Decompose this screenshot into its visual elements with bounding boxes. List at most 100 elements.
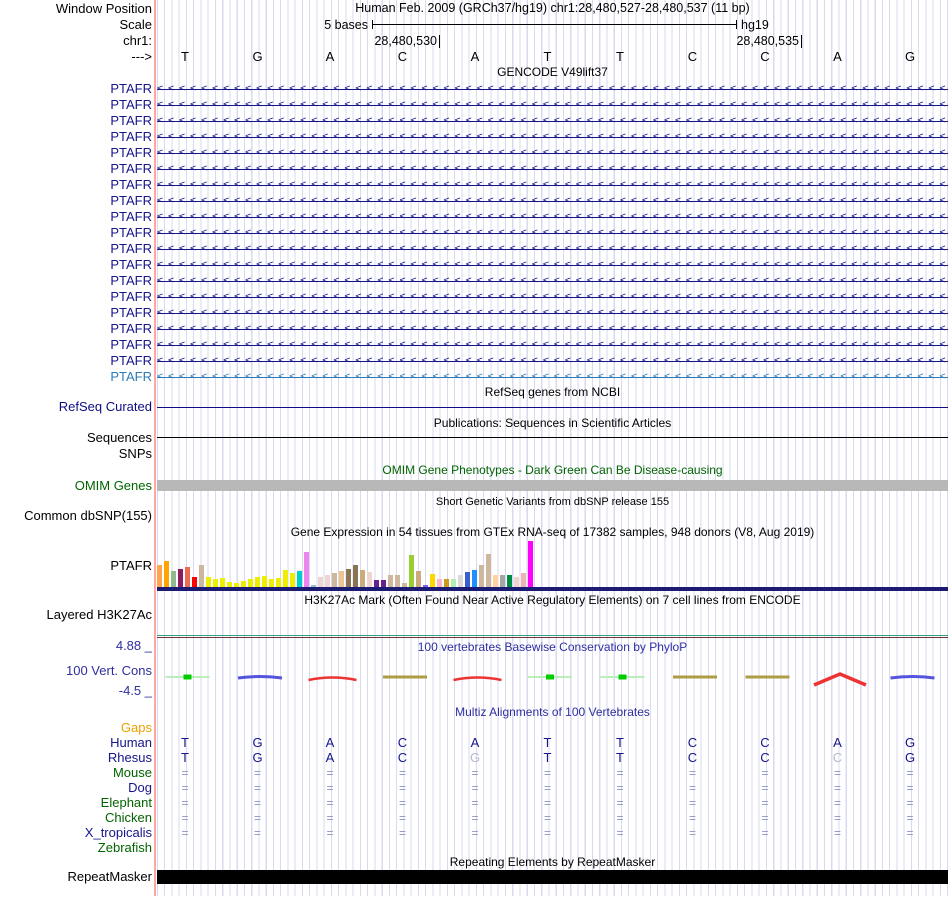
repeatmasker-bar[interactable]	[157, 870, 948, 884]
gencode-transcript-label[interactable]: PTAFR	[0, 242, 152, 256]
gencode-transcript-item[interactable]: <<<<<<<<<<<<<<<<<<<<<<<<<<<<<<<<<<<<<<<<…	[157, 274, 948, 288]
gtex-tissue-bar[interactable]	[325, 575, 330, 587]
gencode-transcript-label[interactable]: PTAFR	[0, 290, 152, 304]
gtex-tissue-bar[interactable]	[472, 570, 477, 587]
gencode-transcript-item[interactable]: <<<<<<<<<<<<<<<<<<<<<<<<<<<<<<<<<<<<<<<<…	[157, 226, 948, 240]
gtex-tissue-bar[interactable]	[521, 573, 526, 587]
gencode-transcript-label[interactable]: PTAFR	[0, 274, 152, 288]
gencode-transcript-item[interactable]: <<<<<<<<<<<<<<<<<<<<<<<<<<<<<<<<<<<<<<<<…	[157, 306, 948, 320]
gencode-transcript-label[interactable]: PTAFR	[0, 194, 152, 208]
gencode-transcript-item[interactable]: <<<<<<<<<<<<<<<<<<<<<<<<<<<<<<<<<<<<<<<<…	[157, 130, 948, 144]
gtex-tissue-bar[interactable]	[164, 561, 169, 587]
gtex-tissue-bar[interactable]	[451, 579, 456, 587]
gtex-tissue-bar[interactable]	[528, 541, 533, 587]
gtex-tissue-bar[interactable]	[283, 570, 288, 587]
gtex-tissue-bar[interactable]	[262, 576, 267, 587]
multiz-species-row[interactable]: = = = = = = = = = = =	[0, 796, 950, 810]
gtex-tissue-bar[interactable]	[157, 565, 162, 587]
gtex-tissue-bar[interactable]	[430, 574, 435, 587]
gtex-tissue-bar[interactable]	[255, 577, 260, 587]
gtex-tissue-bar[interactable]	[206, 577, 211, 587]
gencode-transcript-label[interactable]: PTAFR	[0, 178, 152, 192]
gencode-transcript-label[interactable]: PTAFR	[0, 354, 152, 368]
gencode-transcript-item[interactable]: <<<<<<<<<<<<<<<<<<<<<<<<<<<<<<<<<<<<<<<<…	[157, 82, 948, 96]
gtex-tissue-bar[interactable]	[269, 579, 274, 587]
phylop-track-label[interactable]: 100 Vert. Cons	[0, 664, 152, 678]
gtex-tissue-bar[interactable]	[514, 577, 519, 587]
gencode-transcript-label[interactable]: PTAFR	[0, 258, 152, 272]
gtex-tissue-bar[interactable]	[388, 575, 393, 587]
sequences-item[interactable]	[157, 437, 948, 438]
gencode-transcript-label[interactable]: PTAFR	[0, 322, 152, 336]
gtex-tissue-bar[interactable]	[395, 575, 400, 587]
gtex-tissue-bar[interactable]	[458, 575, 463, 587]
gtex-tissue-bar[interactable]	[437, 579, 442, 587]
gtex-tissue-bar[interactable]	[171, 571, 176, 587]
gencode-transcript-item[interactable]: <<<<<<<<<<<<<<<<<<<<<<<<<<<<<<<<<<<<<<<<…	[157, 162, 948, 176]
gencode-transcript-label[interactable]: PTAFR	[0, 210, 152, 224]
gencode-transcript-item[interactable]: <<<<<<<<<<<<<<<<<<<<<<<<<<<<<<<<<<<<<<<<…	[157, 178, 948, 192]
phylop-conservation-wiggle[interactable]	[157, 668, 948, 694]
gencode-transcript-label[interactable]: PTAFR	[0, 98, 152, 112]
gencode-transcript-item[interactable]: <<<<<<<<<<<<<<<<<<<<<<<<<<<<<<<<<<<<<<<<…	[157, 210, 948, 224]
layered-h3k27ac-label[interactable]: Layered H3K27Ac	[0, 608, 152, 622]
gtex-tissue-bar[interactable]	[416, 571, 421, 587]
gtex-tissue-bar[interactable]	[318, 577, 323, 587]
omim-genes-label[interactable]: OMIM Genes	[0, 479, 152, 493]
gtex-tissue-bar[interactable]	[248, 579, 253, 587]
gtex-tissue-bar[interactable]	[346, 569, 351, 587]
gtex-tissue-bar[interactable]	[304, 552, 309, 587]
gtex-tissue-bar[interactable]	[339, 571, 344, 587]
gtex-tissue-bar[interactable]	[185, 567, 190, 587]
gencode-transcript-item[interactable]: <<<<<<<<<<<<<<<<<<<<<<<<<<<<<<<<<<<<<<<<…	[157, 354, 948, 368]
gencode-transcript-item[interactable]: <<<<<<<<<<<<<<<<<<<<<<<<<<<<<<<<<<<<<<<<…	[157, 290, 948, 304]
gtex-tissue-bar[interactable]	[220, 578, 225, 587]
gtex-tissue-bar[interactable]	[178, 569, 183, 587]
gtex-tissue-bar[interactable]	[493, 575, 498, 587]
gencode-transcript-item[interactable]: <<<<<<<<<<<<<<<<<<<<<<<<<<<<<<<<<<<<<<<<…	[157, 258, 948, 272]
gencode-transcript-label[interactable]: PTAFR	[0, 370, 152, 384]
gencode-transcript-item[interactable]: <<<<<<<<<<<<<<<<<<<<<<<<<<<<<<<<<<<<<<<<…	[157, 98, 948, 112]
multiz-species-row[interactable]: = = = = = = = = = = =	[0, 811, 950, 825]
gtex-tissue-bar[interactable]	[297, 571, 302, 587]
gencode-transcript-label[interactable]: PTAFR	[0, 306, 152, 320]
refseq-curated-label[interactable]: RefSeq Curated	[0, 400, 152, 414]
common-dbsnp-label[interactable]: Common dbSNP(155)	[0, 509, 152, 523]
multiz-species-row[interactable]	[0, 841, 950, 855]
gtex-tissue-bar[interactable]	[332, 573, 337, 587]
sequences-label[interactable]: Sequences	[0, 431, 152, 445]
gtex-tissue-bar[interactable]	[276, 578, 281, 587]
gencode-transcript-item[interactable]: <<<<<<<<<<<<<<<<<<<<<<<<<<<<<<<<<<<<<<<<…	[157, 338, 948, 352]
gtex-tissue-bar[interactable]	[507, 575, 512, 587]
multiz-species-row[interactable]: TGACATTCCAG	[0, 736, 950, 750]
gtex-gene-label[interactable]: PTAFR	[0, 559, 152, 573]
repeatmasker-label[interactable]: RepeatMasker	[0, 870, 152, 884]
multiz-species-row[interactable]: = = = = = = = = = = =	[0, 781, 950, 795]
gtex-tissue-bar[interactable]	[409, 555, 414, 587]
gencode-transcript-item[interactable]: <<<<<<<<<<<<<<<<<<<<<<<<<<<<<<<<<<<<<<<<…	[157, 370, 948, 384]
gtex-tissue-bar[interactable]	[367, 572, 372, 587]
gtex-tissue-bar[interactable]	[192, 577, 197, 587]
gencode-transcript-label[interactable]: PTAFR	[0, 226, 152, 240]
gtex-tissue-bar[interactable]	[360, 570, 365, 587]
gtex-tissue-bar[interactable]	[213, 579, 218, 587]
gencode-transcript-label[interactable]: PTAFR	[0, 114, 152, 128]
multiz-species-row[interactable]: TGACGTTCCCG	[0, 751, 950, 765]
gtex-tissue-bar[interactable]	[500, 575, 505, 587]
omim-gene-bar[interactable]	[157, 480, 948, 491]
gtex-tissue-bar[interactable]	[290, 573, 295, 587]
gencode-transcript-label[interactable]: PTAFR	[0, 146, 152, 160]
multiz-species-row[interactable]: = = = = = = = = = = =	[0, 826, 950, 840]
gtex-tissue-bar[interactable]	[479, 565, 484, 587]
multiz-species-row[interactable]: = = = = = = = = = = =	[0, 766, 950, 780]
gencode-transcript-label[interactable]: PTAFR	[0, 338, 152, 352]
multiz-gaps-label[interactable]: Gaps	[0, 721, 152, 735]
gencode-transcript-item[interactable]: <<<<<<<<<<<<<<<<<<<<<<<<<<<<<<<<<<<<<<<<…	[157, 146, 948, 160]
gtex-tissue-bar[interactable]	[486, 554, 491, 587]
gencode-transcript-item[interactable]: <<<<<<<<<<<<<<<<<<<<<<<<<<<<<<<<<<<<<<<<…	[157, 114, 948, 128]
gencode-transcript-label[interactable]: PTAFR	[0, 82, 152, 96]
gtex-tissue-bar[interactable]	[353, 565, 358, 587]
gtex-tissue-bar[interactable]	[199, 565, 204, 587]
gencode-transcript-label[interactable]: PTAFR	[0, 162, 152, 176]
refseq-curated-item[interactable]	[157, 407, 948, 408]
